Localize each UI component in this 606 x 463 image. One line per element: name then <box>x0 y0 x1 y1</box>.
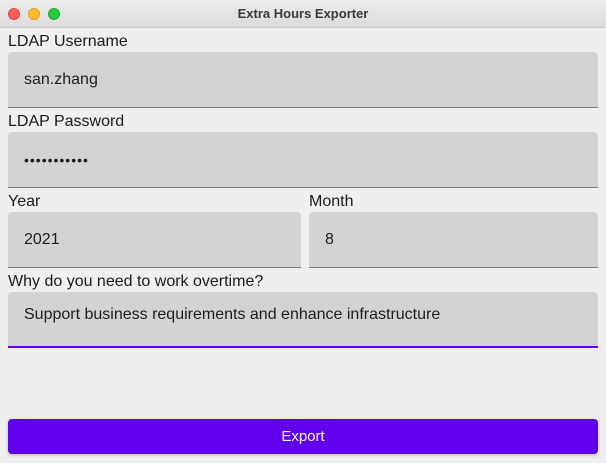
password-input[interactable]: ••••••••••• <box>8 132 598 188</box>
month-value: 8 <box>325 230 334 248</box>
reason-label: Why do you need to work overtime? <box>8 273 264 290</box>
year-label: Year <box>8 193 41 210</box>
title-bar: Extra Hours Exporter <box>0 0 606 28</box>
export-button[interactable]: Export <box>8 419 598 454</box>
month-label: Month <box>309 193 354 210</box>
password-label: LDAP Password <box>8 113 125 130</box>
window-title: Extra Hours Exporter <box>237 6 369 21</box>
username-value: san.zhang <box>24 70 98 88</box>
reason-value: Support business requirements and enhanc… <box>24 306 441 323</box>
password-value: ••••••••••• <box>24 151 89 168</box>
username-label: LDAP Username <box>8 33 128 50</box>
reason-input[interactable]: Support business requirements and enhanc… <box>8 292 598 348</box>
year-value: 2021 <box>24 230 60 248</box>
month-input[interactable]: 8 <box>309 212 598 268</box>
app-window: Extra Hours Exporter LDAP Username san.z… <box>0 0 606 463</box>
username-input[interactable]: san.zhang <box>8 52 598 108</box>
year-input[interactable]: 2021 <box>8 212 301 268</box>
